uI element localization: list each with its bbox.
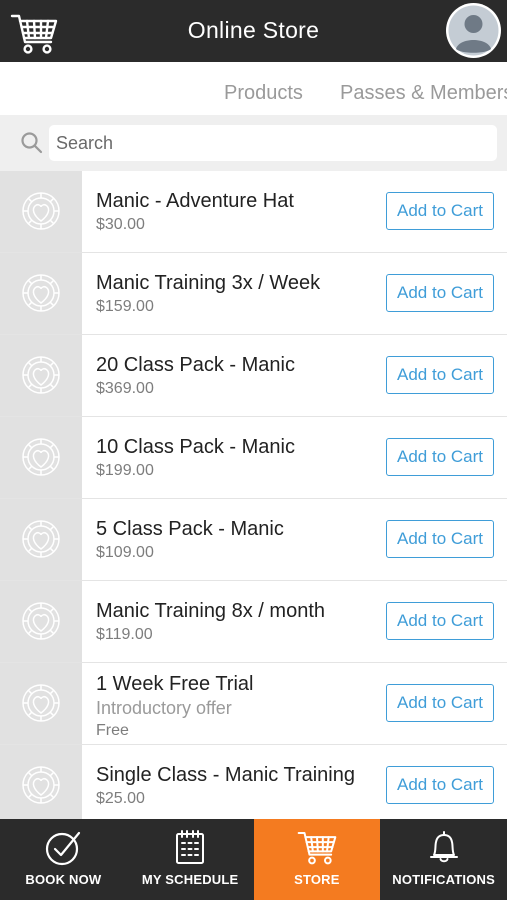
- product-thumbnail: [0, 253, 82, 334]
- list-item[interactable]: Manic Training 8x / month $119.00 Add to…: [0, 581, 507, 663]
- tab-my-schedule[interactable]: MY SCHEDULE: [127, 819, 254, 900]
- list-item[interactable]: Manic Training 3x / Week $159.00 Add to …: [0, 253, 507, 335]
- tab-label: NOTIFICATIONS: [392, 872, 495, 887]
- product-name: 1 Week Free Trial: [96, 673, 254, 695]
- product-price: $199.00: [96, 462, 154, 479]
- flower-logo-icon: [22, 192, 60, 230]
- tab-label: STORE: [294, 872, 340, 887]
- product-thumbnail: [0, 745, 82, 819]
- flower-logo-icon: [22, 602, 60, 640]
- add-to-cart-button[interactable]: Add to Cart: [386, 192, 494, 230]
- add-to-cart-button[interactable]: Add to Cart: [386, 356, 494, 394]
- list-item[interactable]: Single Class - Manic Training $25.00 Add…: [0, 745, 507, 819]
- search-bar: [0, 115, 507, 171]
- add-to-cart-button[interactable]: Add to Cart: [386, 684, 494, 722]
- product-name: Manic Training 8x / month: [96, 600, 325, 622]
- add-to-cart-button[interactable]: Add to Cart: [386, 766, 494, 804]
- tab-passes-memberships[interactable]: Passes & Memberships: [340, 82, 507, 105]
- search-icon: [20, 131, 44, 155]
- check-circle-icon: [44, 829, 82, 872]
- flower-logo-icon: [22, 766, 60, 804]
- list-item[interactable]: 20 Class Pack - Manic $369.00 Add to Car…: [0, 335, 507, 417]
- search-input[interactable]: [49, 125, 497, 161]
- product-name: Manic Training 3x / Week: [96, 272, 321, 294]
- list-item[interactable]: 5 Class Pack - Manic $109.00 Add to Cart: [0, 499, 507, 581]
- product-price: Free: [96, 722, 129, 739]
- add-to-cart-button[interactable]: Add to Cart: [386, 274, 494, 312]
- bottom-tab-bar: BOOK NOW MY SCHEDULE STORE NOTIFICATIONS: [0, 819, 507, 900]
- tab-notifications[interactable]: NOTIFICATIONS: [380, 819, 507, 900]
- product-thumbnail: [0, 581, 82, 662]
- product-thumbnail: [0, 499, 82, 580]
- list-item[interactable]: 1 Week Free Trial Introductory offer Fre…: [0, 663, 507, 745]
- add-to-cart-button[interactable]: Add to Cart: [386, 602, 494, 640]
- app-header: Online Store: [0, 0, 507, 62]
- product-list: Manic - Adventure Hat $30.00 Add to Cart…: [0, 171, 507, 819]
- bell-icon: [428, 829, 460, 870]
- product-thumbnail: [0, 171, 82, 252]
- flower-logo-icon: [22, 274, 60, 312]
- product-thumbnail: [0, 417, 82, 498]
- flower-logo-icon: [22, 684, 60, 722]
- product-price: $369.00: [96, 380, 154, 397]
- product-name: 20 Class Pack - Manic: [96, 354, 295, 376]
- flower-logo-icon: [22, 520, 60, 558]
- tab-products[interactable]: Products: [224, 82, 303, 105]
- product-price: $109.00: [96, 544, 154, 561]
- product-name: 10 Class Pack - Manic: [96, 436, 295, 458]
- page-title: Online Store: [187, 17, 320, 43]
- product-subtitle: Introductory offer: [96, 698, 232, 718]
- tab-book-now[interactable]: BOOK NOW: [0, 819, 127, 900]
- product-name: Manic - Adventure Hat: [96, 190, 294, 212]
- list-item[interactable]: 10 Class Pack - Manic $199.00 Add to Car…: [0, 417, 507, 499]
- product-name: 5 Class Pack - Manic: [96, 518, 284, 540]
- cart-icon: [297, 829, 337, 872]
- product-thumbnail: [0, 335, 82, 416]
- tab-label: MY SCHEDULE: [141, 872, 239, 887]
- product-price: $25.00: [96, 790, 145, 807]
- tab-label: BOOK NOW: [25, 872, 102, 887]
- user-avatar[interactable]: [446, 3, 501, 58]
- flower-logo-icon: [22, 438, 60, 476]
- flower-logo-icon: [22, 356, 60, 394]
- calendar-icon: [175, 829, 205, 870]
- store-tabs: Products Passes & Memberships: [0, 62, 507, 115]
- product-name: Single Class - Manic Training: [96, 764, 355, 786]
- list-item[interactable]: Manic - Adventure Hat $30.00 Add to Cart: [0, 171, 507, 253]
- product-thumbnail: [0, 663, 82, 744]
- add-to-cart-button[interactable]: Add to Cart: [386, 520, 494, 558]
- product-price: $159.00: [96, 298, 154, 315]
- tab-store[interactable]: STORE: [253, 819, 381, 900]
- product-price: $30.00: [96, 216, 145, 233]
- product-price: $119.00: [96, 626, 153, 643]
- add-to-cart-button[interactable]: Add to Cart: [386, 438, 494, 476]
